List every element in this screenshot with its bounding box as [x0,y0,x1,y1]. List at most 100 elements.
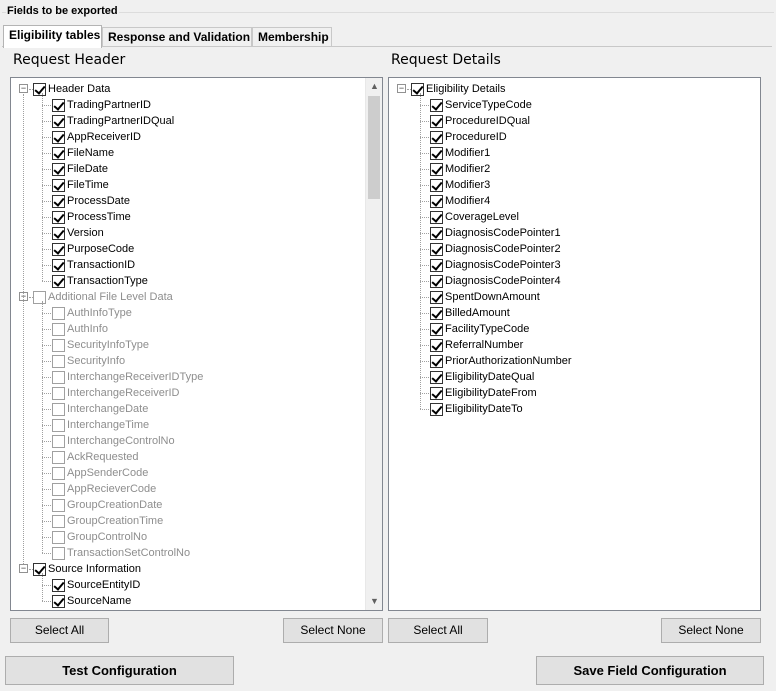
checkbox-groupcreationdate[interactable] [52,498,65,512]
checkbox-additional-file-level-data[interactable] [33,290,46,304]
checkbox-diagnosiscodepointer4[interactable] [430,274,443,288]
tree-node-version[interactable]: Version [52,225,104,241]
tree-node-transactionid[interactable]: TransactionID [52,257,135,273]
tree-node-coveragelevel[interactable]: CoverageLevel [430,209,519,225]
tree-node-header-data[interactable]: Header Data [33,81,110,97]
tree-node-authinfo[interactable]: AuthInfo [52,321,108,337]
checkbox-filename[interactable] [52,146,65,160]
checkbox-processtime[interactable] [52,210,65,224]
tree-node-authinfotype[interactable]: AuthInfoType [52,305,132,321]
checkbox-interchangecontrolno[interactable] [52,434,65,448]
tree-node-additional-file-level-data[interactable]: Additional File Level Data [33,289,173,305]
checkbox-ackrequested[interactable] [52,450,65,464]
tree-node-eligibilitydatefrom[interactable]: EligibilityDateFrom [430,385,537,401]
tree-node-facilitytypecode[interactable]: FacilityTypeCode [430,321,529,337]
tree-node-groupcreationtime[interactable]: GroupCreationTime [52,513,163,529]
checkbox-authinfo[interactable] [52,322,65,336]
checkbox-interchangedate[interactable] [52,402,65,416]
tree-node-sourceentityid[interactable]: SourceEntityID [52,577,140,593]
tree-node-modifier3[interactable]: Modifier3 [430,177,490,193]
checkbox-groupcreationtime[interactable] [52,514,65,528]
checkbox-eligibilitydatequal[interactable] [430,370,443,384]
checkbox-modifier1[interactable] [430,146,443,160]
request-details-tree[interactable]: − Eligibility Details ServiceTypeCode Proce… [388,77,761,611]
tree-node-priorauthorizationnumber[interactable]: PriorAuthorizationNumber [430,353,572,369]
tree-node-diagnosiscodepointer1[interactable]: DiagnosisCodePointer1 [430,225,561,241]
test-configuration-button[interactable]: Test Configuration [5,656,234,685]
checkbox-facilitytypecode[interactable] [430,322,443,336]
checkbox-tradingpartneridqual[interactable] [52,114,65,128]
tree-node-referralnumber[interactable]: ReferralNumber [430,337,523,353]
tree-node-diagnosiscodepointer4[interactable]: DiagnosisCodePointer4 [430,273,561,289]
tree-node-spentdownamount[interactable]: SpentDownAmount [430,289,540,305]
tree-node-eligibilitydateto[interactable]: EligibilityDateTo [430,401,523,417]
tree-node-interchangereceiverid[interactable]: InterchangeReceiverID [52,385,180,401]
tree-node-processdate[interactable]: ProcessDate [52,193,130,209]
checkbox-filedate[interactable] [52,162,65,176]
tree-node-filetime[interactable]: FileTime [52,177,109,193]
right-select-all-button[interactable]: Select All [388,618,488,643]
checkbox-interchangereceiveridtype[interactable] [52,370,65,384]
tree-node-billedamount[interactable]: BilledAmount [430,305,510,321]
checkbox-processdate[interactable] [52,194,65,208]
tree-node-ackrequested[interactable]: AckRequested [52,449,139,465]
tree-node-securityinfotype[interactable]: SecurityInfoType [52,337,149,353]
checkbox-interchangetime[interactable] [52,418,65,432]
checkbox-diagnosiscodepointer3[interactable] [430,258,443,272]
scroll-thumb[interactable] [368,96,380,199]
tree-node-source-information[interactable]: Source Information [33,561,141,577]
checkbox-modifier4[interactable] [430,194,443,208]
tree-node-transactiontype[interactable]: TransactionType [52,273,148,289]
tree-node-interchangetime[interactable]: InterchangeTime [52,417,149,433]
tree-node-modifier1[interactable]: Modifier1 [430,145,490,161]
checkbox-eligibilitydateto[interactable] [430,402,443,416]
checkbox-version[interactable] [52,226,65,240]
checkbox-filetime[interactable] [52,178,65,192]
scroll-up-arrow-icon[interactable]: ▲ [366,78,382,95]
checkbox-sourceentityid[interactable] [52,578,65,592]
tree-node-transactionsetcontrolno[interactable]: TransactionSetControlNo [52,545,190,561]
checkbox-servicetypecode[interactable] [430,98,443,112]
checkbox-priorauthorizationnumber[interactable] [430,354,443,368]
tree-node-processtime[interactable]: ProcessTime [52,209,131,225]
checkbox-groupcontrolno[interactable] [52,530,65,544]
tree-node-procedureid[interactable]: ProcedureID [430,129,507,145]
tree-node-apprecievercode[interactable]: AppRecieverCode [52,481,156,497]
tree-node-diagnosiscodepointer2[interactable]: DiagnosisCodePointer2 [430,241,561,257]
checkbox-eligibilitydatefrom[interactable] [430,386,443,400]
tree-node-diagnosiscodepointer3[interactable]: DiagnosisCodePointer3 [430,257,561,273]
right-select-none-button[interactable]: Select None [661,618,761,643]
tree-node-groupcontrolno[interactable]: GroupControlNo [52,529,147,545]
tree-node-appreceiverid[interactable]: AppReceiverID [52,129,141,145]
tree-node-securityinfo[interactable]: SecurityInfo [52,353,125,369]
checkbox-source-information[interactable] [33,562,46,576]
tree-node-filedate[interactable]: FileDate [52,161,108,177]
checkbox-eligibility-details[interactable] [411,82,424,96]
checkbox-transactionid[interactable] [52,258,65,272]
tab-membership[interactable]: Membership [252,27,332,47]
tree-node-modifier2[interactable]: Modifier2 [430,161,490,177]
checkbox-securityinfo[interactable] [52,354,65,368]
left-select-none-button[interactable]: Select None [283,618,383,643]
tree-node-tradingpartnerid[interactable]: TradingPartnerID [52,97,151,113]
tree-node-groupcreationdate[interactable]: GroupCreationDate [52,497,162,513]
checkbox-modifier2[interactable] [430,162,443,176]
tree-node-eligibility-details[interactable]: Eligibility Details [411,81,505,97]
checkbox-securityinfotype[interactable] [52,338,65,352]
tree-node-filename[interactable]: FileName [52,145,114,161]
checkbox-transactionsetcontrolno[interactable] [52,546,65,560]
tab-response-and-validation[interactable]: Response and Validation [102,27,252,47]
checkbox-referralnumber[interactable] [430,338,443,352]
tree-collapse-icon[interactable]: − [19,84,28,93]
checkbox-diagnosiscodepointer1[interactable] [430,226,443,240]
checkbox-interchangereceiverid[interactable] [52,386,65,400]
checkbox-header-data[interactable] [33,82,46,96]
checkbox-spentdownamount[interactable] [430,290,443,304]
checkbox-tradingpartnerid[interactable] [52,98,65,112]
checkbox-diagnosiscodepointer2[interactable] [430,242,443,256]
tree-node-modifier4[interactable]: Modifier4 [430,193,490,209]
tree-node-interchangereceiveridtype[interactable]: InterchangeReceiverIDType [52,369,203,385]
checkbox-apprecievercode[interactable] [52,482,65,496]
tree-collapse-icon[interactable]: − [397,84,406,93]
left-select-all-button[interactable]: Select All [10,618,109,643]
